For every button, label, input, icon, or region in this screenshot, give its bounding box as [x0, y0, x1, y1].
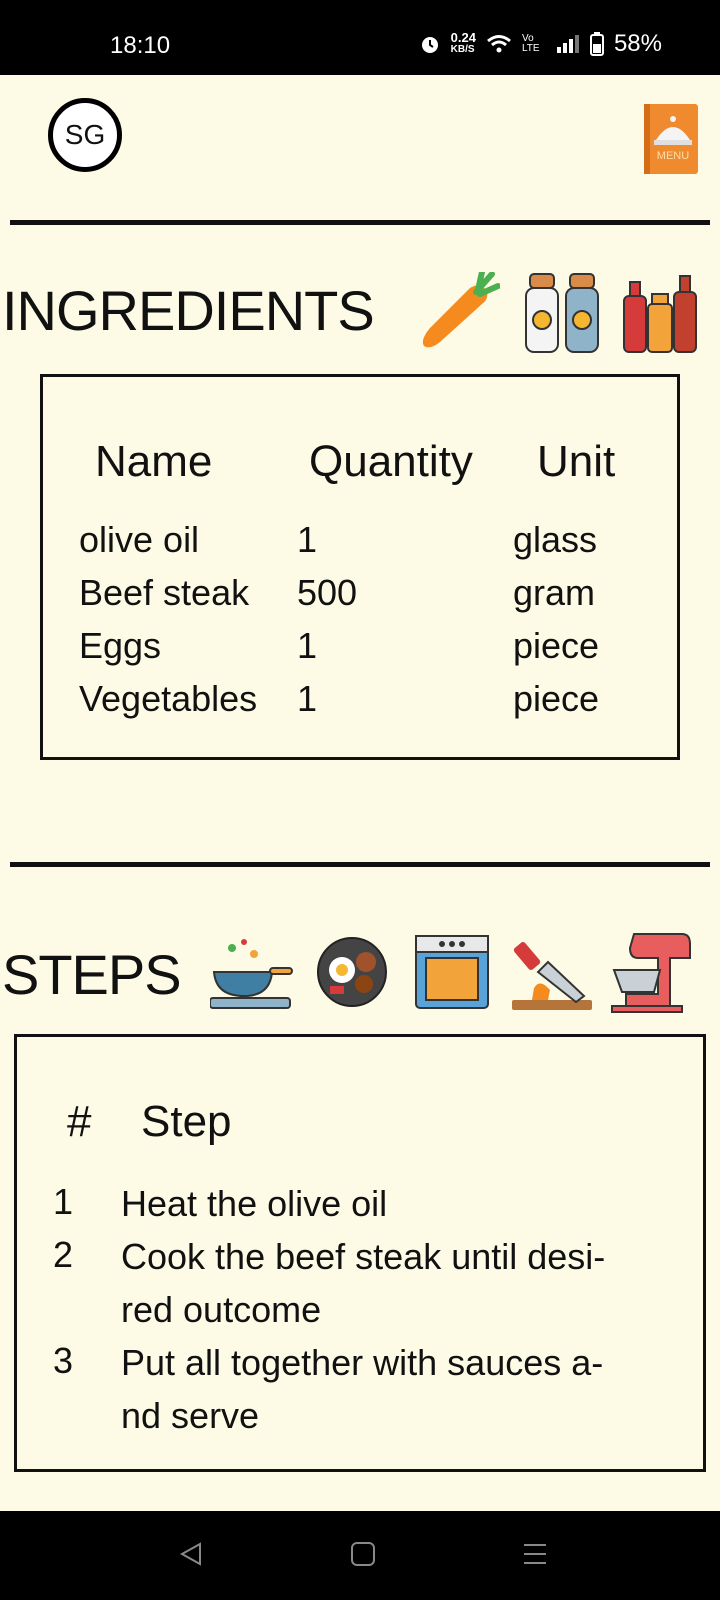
status-icons: 0.24 KB/S Vo LTE 58%	[419, 30, 662, 58]
lte-label: Vo LTE	[521, 33, 540, 54]
step-text: Cook the beef steak until desi-red outco…	[121, 1236, 606, 1330]
oven-icon	[415, 935, 489, 1009]
steps-col-step: Step	[141, 1097, 232, 1146]
knife-board-icon	[512, 942, 592, 1010]
ingredient-quantity: 1	[297, 678, 318, 719]
avatar[interactable]: SG	[48, 98, 122, 172]
divider-top	[10, 220, 710, 225]
menu-book-icon[interactable]: MENU	[644, 104, 698, 174]
home-icon[interactable]	[350, 1541, 376, 1567]
ingredients-col-quantity: Quantity	[309, 437, 473, 486]
step-number: 2	[53, 1234, 74, 1275]
ingredients-col-unit: Unit	[537, 437, 616, 486]
step-text: Heat the olive oil	[121, 1183, 388, 1224]
step-text: Put all together with sauces a-nd serve	[121, 1342, 604, 1436]
wifi-icon	[487, 35, 511, 53]
menu-label: MENU	[657, 150, 689, 162]
ingredient-unit: piece	[513, 678, 600, 719]
sauces-icon	[623, 275, 697, 353]
ingredient-name: Eggs	[79, 625, 162, 666]
steps-col-number: #	[67, 1097, 92, 1146]
ingredient-quantity: 1	[297, 625, 318, 666]
step-number: 1	[53, 1181, 74, 1222]
ingredient-quantity: 1	[297, 519, 318, 560]
ingredient-unit: glass	[513, 519, 598, 560]
alarm-icon	[421, 37, 438, 53]
ingredient-name: olive oil	[79, 519, 200, 560]
mixer-icon	[611, 933, 691, 1013]
ingredient-unit: piece	[513, 625, 600, 666]
battery-icon	[589, 32, 604, 56]
navigation-bar	[0, 1511, 720, 1600]
step-number: 3	[53, 1340, 74, 1381]
recents-icon[interactable]	[522, 1541, 548, 1567]
ingredient-name: Vegetables	[79, 678, 258, 719]
status-bar: 18:10 0.24 KB/S Vo LTE 58%	[0, 0, 720, 75]
ingredients-title: INGREDIENTS	[2, 279, 375, 342]
salt-pepper-icon	[525, 273, 599, 353]
wok-icon	[210, 939, 293, 1009]
signal-icon	[556, 35, 579, 53]
battery-percent: 58%	[613, 30, 662, 57]
ingredient-unit: gram	[513, 572, 596, 613]
divider-middle	[10, 862, 710, 867]
ingredient-quantity: 500	[297, 572, 358, 613]
avatar-initials: SG	[64, 119, 106, 150]
status-time: 18:10	[110, 32, 171, 59]
net-speed: 0.24 KB/S	[450, 30, 476, 55]
carrot-icon	[422, 272, 500, 348]
ingredients-col-name: Name	[95, 437, 213, 486]
back-icon[interactable]	[178, 1541, 204, 1567]
ingredient-name: Beef steak	[79, 572, 250, 613]
steps-table: # Step 1 Heat the olive oil 2 Cook the b…	[14, 1034, 706, 1472]
pan-meal-icon	[317, 937, 387, 1007]
steps-title: STEPS	[2, 943, 182, 1006]
ingredients-table: Name Quantity Unit olive oil 1 glass Bee…	[40, 374, 680, 760]
